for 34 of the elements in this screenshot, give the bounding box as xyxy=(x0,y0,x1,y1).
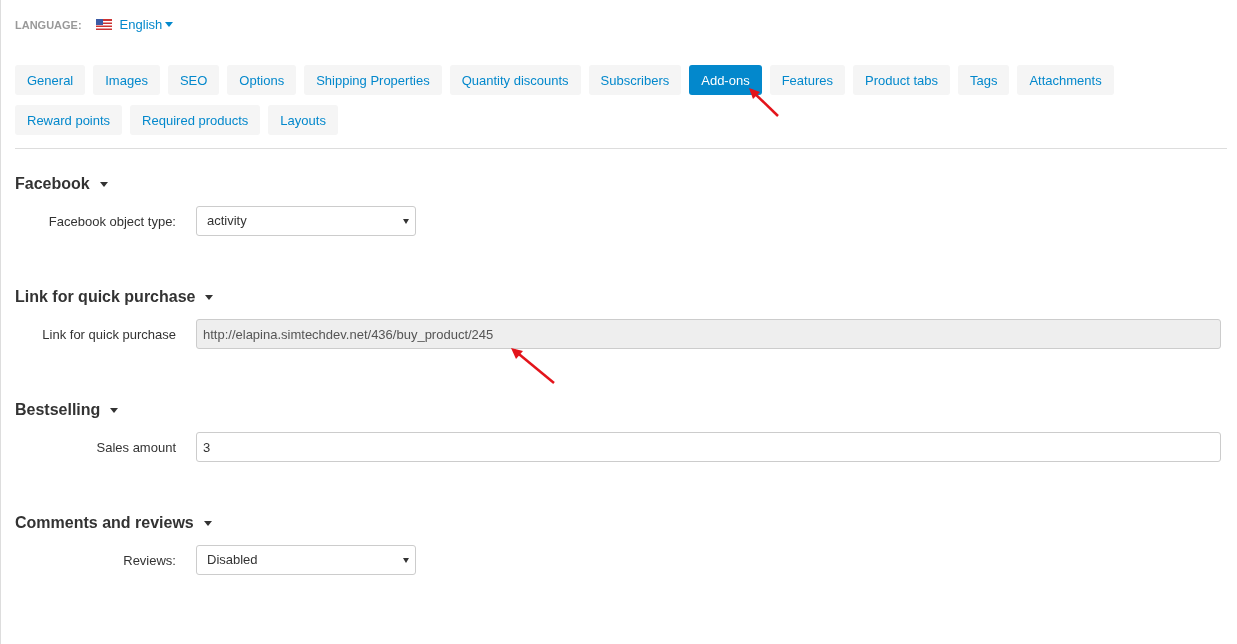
tab[interactable]: Add-ons xyxy=(689,65,762,95)
field-label: Reviews: xyxy=(122,552,176,568)
tab[interactable]: Options xyxy=(227,65,297,95)
field-label: Sales amount xyxy=(95,439,176,455)
tab[interactable]: Required products xyxy=(130,105,261,135)
field-label: Facebook object type: xyxy=(47,213,176,229)
tab[interactable]: Subscribers xyxy=(588,65,682,95)
language-dropdown[interactable]: English xyxy=(119,17,174,32)
section-header[interactable]: Comments and reviews xyxy=(15,514,212,532)
tab[interactable]: General xyxy=(15,65,86,95)
tab[interactable]: Features xyxy=(769,65,845,95)
input-field[interactable]: 3 xyxy=(196,432,1221,462)
select-field[interactable]: Disabled xyxy=(196,545,416,575)
annotation-arrow xyxy=(509,346,557,386)
section-header[interactable]: Link for quick purchase xyxy=(15,288,214,306)
annotation-arrow xyxy=(747,86,781,118)
tab[interactable]: SEO xyxy=(167,65,220,95)
section-header[interactable]: Bestselling xyxy=(15,401,119,419)
tab[interactable]: Reward points xyxy=(15,105,123,135)
tab[interactable]: Shipping Properties xyxy=(304,65,442,95)
language-label: LANGUAGE: xyxy=(15,18,82,31)
tab[interactable]: Tags xyxy=(957,65,1010,95)
dropdown-arrow-icon xyxy=(403,219,409,224)
section-header[interactable]: Facebook xyxy=(15,175,108,193)
tab[interactable]: Product tabs xyxy=(852,65,950,95)
select-field[interactable]: activity xyxy=(196,206,416,236)
readonly-field[interactable]: http://elapina.simtechdev.net/436/buy_product/245 xyxy=(196,319,1221,349)
tab[interactable]: Layouts xyxy=(268,105,338,135)
field-label: Link for quick purchase xyxy=(41,326,176,342)
flag-icon xyxy=(95,19,112,30)
tab[interactable]: Attachments xyxy=(1017,65,1114,95)
tab[interactable]: Quantity discounts xyxy=(449,65,581,95)
dropdown-arrow-icon xyxy=(403,558,409,563)
tab[interactable]: Images xyxy=(93,65,160,95)
